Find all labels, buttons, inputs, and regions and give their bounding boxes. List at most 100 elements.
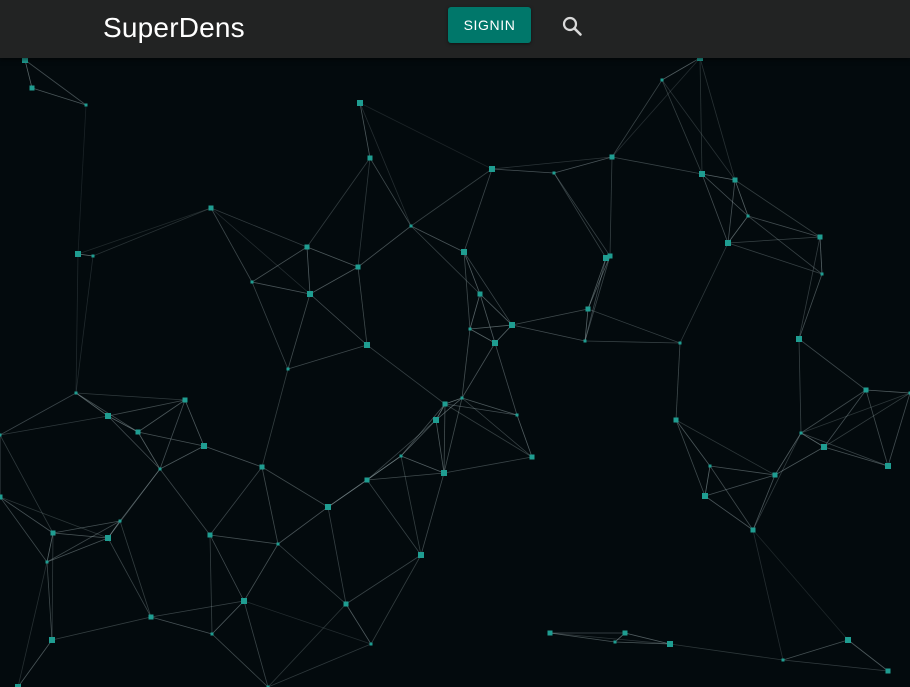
network-link (51, 616, 152, 641)
network-link (306, 246, 311, 295)
network-link (211, 633, 269, 687)
network-link (752, 529, 784, 661)
network-link (51, 532, 54, 641)
signin-button[interactable]: SIGNIN (448, 7, 531, 43)
network-link (107, 468, 161, 539)
network-node (660, 78, 664, 82)
network-node (182, 397, 188, 403)
network-link (675, 419, 706, 497)
network-link (366, 455, 402, 481)
network-link (701, 173, 736, 181)
network-link (359, 102, 371, 159)
network-link (800, 432, 889, 467)
network-link (159, 468, 211, 536)
network-link (75, 392, 139, 433)
network-node (613, 640, 617, 644)
network-link (267, 603, 347, 687)
network-link (400, 419, 437, 457)
network-node (817, 234, 823, 240)
network-link (584, 255, 611, 342)
network-link (0, 434, 54, 534)
network-link (704, 465, 711, 497)
network-node (750, 527, 756, 533)
network-node (241, 598, 247, 604)
network-node (418, 552, 424, 558)
network-link (704, 474, 776, 497)
network-link (261, 368, 289, 468)
network-node (286, 367, 290, 371)
network-link (461, 397, 518, 416)
network-link (611, 79, 663, 158)
search-icon[interactable] (560, 14, 584, 38)
network-link (865, 389, 889, 467)
network-link (345, 603, 372, 645)
network-link (92, 207, 212, 257)
network-node (799, 431, 803, 435)
network-node (0, 433, 2, 437)
network-node (885, 463, 891, 469)
network-link (357, 225, 412, 268)
network-link (727, 179, 736, 244)
network-link (774, 432, 802, 476)
network-node (509, 322, 515, 328)
network-link (675, 419, 776, 476)
network-link (287, 344, 368, 370)
network-node (492, 340, 498, 346)
network-link (277, 506, 329, 545)
network-node (468, 327, 472, 331)
network-link (209, 534, 213, 635)
network-node (118, 519, 122, 523)
network-link (400, 403, 446, 457)
network-link (75, 253, 79, 394)
network-node (460, 396, 464, 400)
network-link (461, 342, 496, 399)
network-link (159, 445, 205, 470)
network-link (587, 255, 611, 310)
network-node (399, 454, 403, 458)
network-link (553, 172, 607, 259)
network-link (359, 102, 412, 227)
network-link (261, 466, 279, 545)
network-link (469, 293, 481, 330)
brand-title[interactable]: SuperDens (103, 11, 245, 45)
network-node (515, 413, 519, 417)
network-link (463, 168, 493, 253)
network-link (150, 600, 245, 618)
network-link (709, 465, 754, 531)
network-link (345, 554, 422, 605)
network-link (251, 246, 308, 283)
network-node (746, 214, 750, 218)
network-link (400, 455, 445, 474)
network-link (251, 281, 311, 295)
network-link (203, 445, 263, 468)
network-link (752, 432, 802, 531)
network-node (622, 630, 628, 636)
network-link (369, 157, 412, 227)
network-node (552, 171, 556, 175)
network-node (708, 464, 712, 468)
network-link (184, 399, 205, 447)
network-link (0, 415, 109, 436)
network-node (673, 417, 679, 423)
network-node (0, 494, 3, 500)
network-link (609, 156, 613, 257)
network-link (511, 308, 589, 326)
network-link (243, 600, 372, 645)
network-link (75, 255, 94, 394)
network-link (77, 104, 87, 255)
network-link (734, 179, 821, 238)
network-link (798, 338, 867, 391)
network-link (24, 59, 87, 106)
network-node (45, 560, 49, 564)
network-link (669, 643, 784, 661)
network-node (364, 477, 370, 483)
network-node (796, 336, 802, 342)
network-link (823, 389, 867, 448)
network-link (243, 600, 269, 687)
network-node (105, 535, 111, 541)
network-node (772, 472, 778, 478)
network-link (410, 225, 465, 253)
network-link (366, 479, 422, 556)
network-link (819, 236, 823, 275)
network-link (267, 643, 372, 687)
